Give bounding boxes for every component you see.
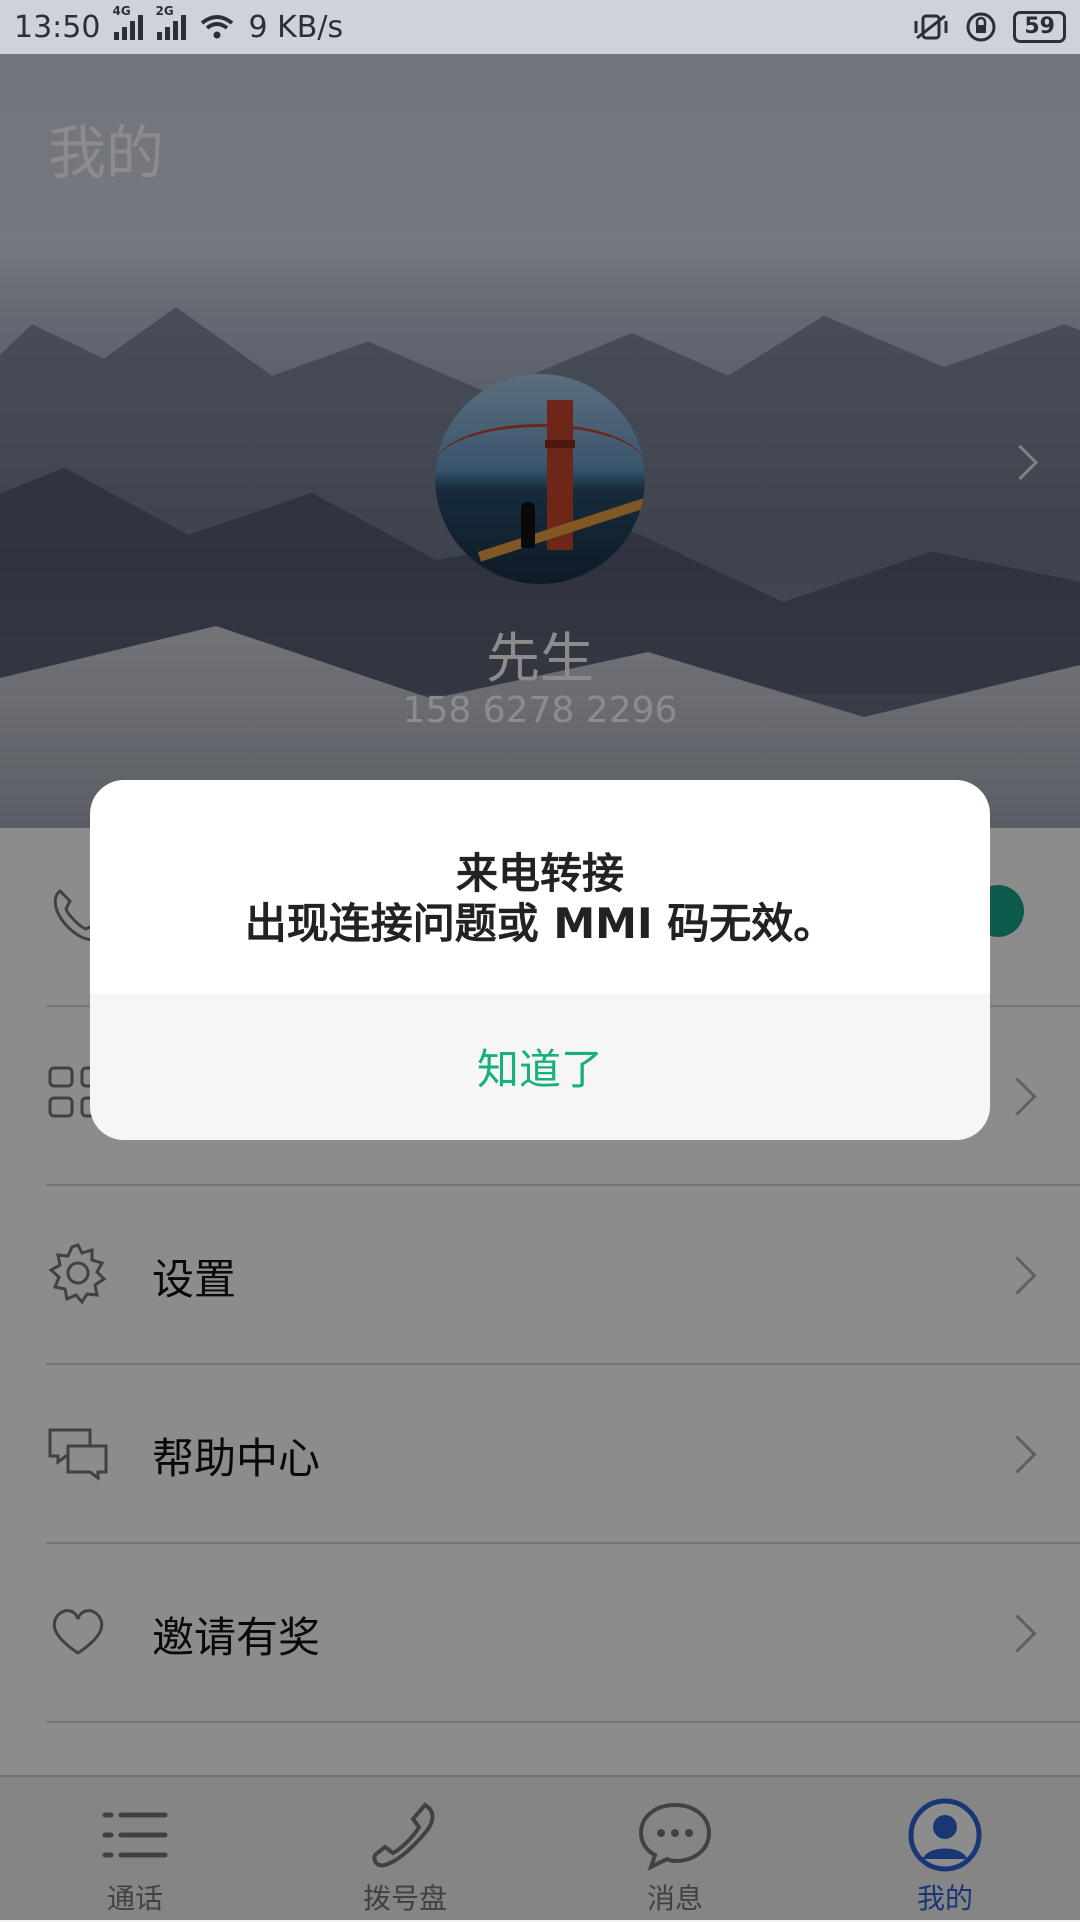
status-time: 13:50 bbox=[14, 9, 101, 45]
dialog-message: 出现连接问题或 MMI 码无效。 bbox=[244, 899, 836, 948]
network-speed: 9 KB/s bbox=[248, 9, 344, 45]
status-right: 59 bbox=[913, 11, 1066, 43]
signal-icon-sim2: 2G bbox=[155, 4, 187, 40]
status-bar: 13:50 4G 2G 9 KB/s 59 bbox=[0, 0, 1080, 54]
alert-dialog: 来电转接 出现连接问题或 MMI 码无效。 知道了 bbox=[90, 780, 990, 1140]
vibrate-mute-icon bbox=[914, 14, 948, 40]
dialog-button-area: 知道了 bbox=[90, 994, 990, 1140]
battery-icon: 59 bbox=[1013, 11, 1066, 43]
signal-icon-sim1: 4G bbox=[112, 4, 144, 40]
status-left: 13:50 4G 2G 9 KB/s bbox=[14, 4, 344, 45]
dialog-ok-button[interactable]: 知道了 bbox=[90, 1036, 990, 1097]
wifi-icon bbox=[201, 15, 234, 39]
rotation-lock-icon bbox=[966, 12, 996, 42]
